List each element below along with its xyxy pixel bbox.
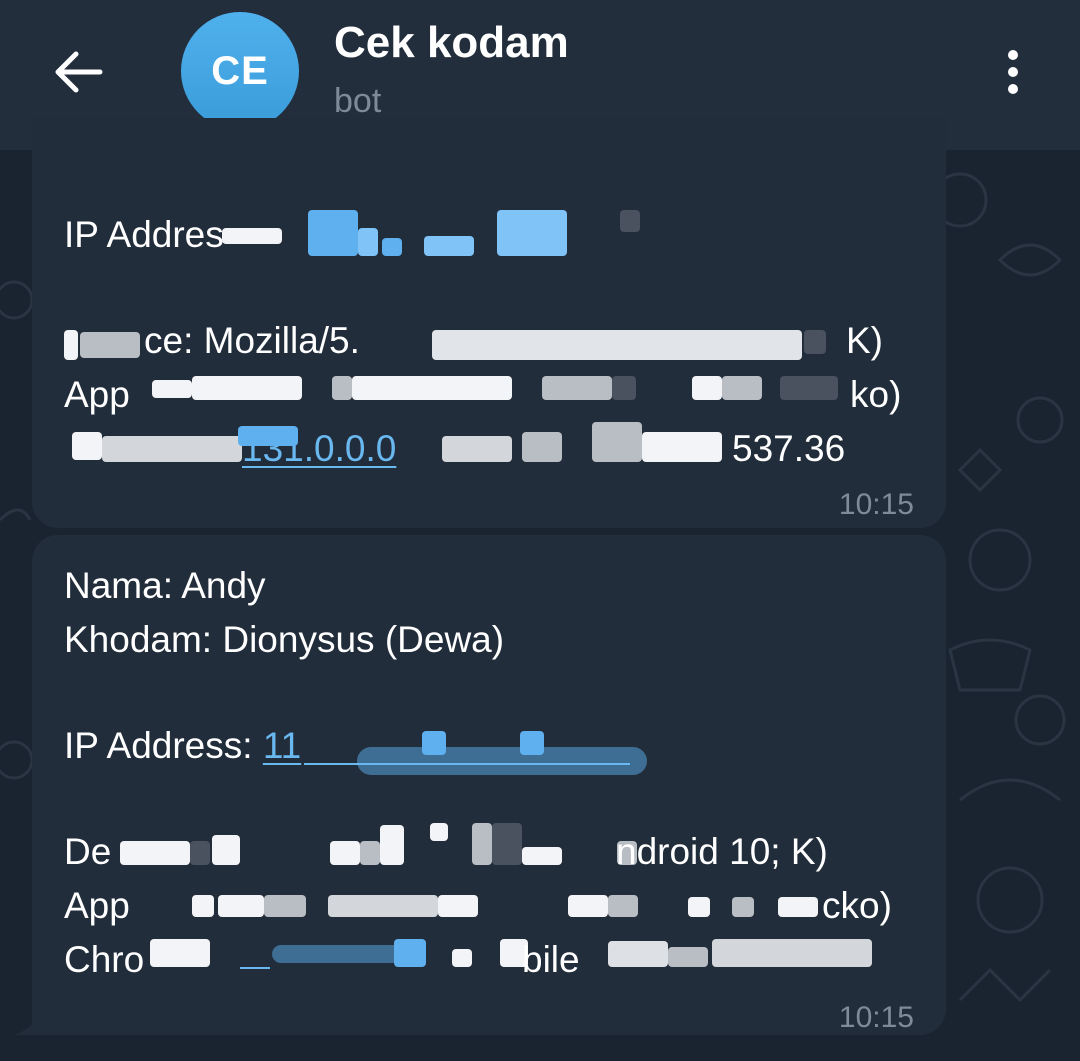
back-button[interactable] — [50, 44, 106, 100]
nama-line: Nama: Andy — [64, 565, 266, 606]
more-vertical-icon — [1008, 50, 1018, 60]
ip-address-line: IP Address: 11 — [64, 725, 302, 766]
chat-subtitle: bot — [334, 82, 382, 120]
avatar-initials: CE — [211, 48, 269, 93]
ip-address-link[interactable]: 11 — [263, 725, 301, 766]
chat-title[interactable]: Cek kodam — [334, 18, 569, 68]
ip-address-line: IP Addres — [64, 214, 224, 255]
message-time: 10:15 — [838, 1001, 914, 1034]
message-bubble[interactable]: IP Addres ce: Mozilla/5. K) App ko) 131.… — [32, 118, 946, 528]
bubble-tail — [14, 1005, 44, 1035]
message-bubble[interactable]: Nama: Andy Khodam: Dionysus (Dewa) IP Ad… — [32, 535, 946, 1035]
message-time: 10:15 — [838, 488, 914, 521]
khodam-line: Khodam: Dionysus (Dewa) — [64, 619, 505, 660]
chat-avatar[interactable]: CE — [181, 12, 299, 130]
more-options-button[interactable] — [990, 40, 1036, 104]
arrow-left-icon — [55, 51, 103, 93]
